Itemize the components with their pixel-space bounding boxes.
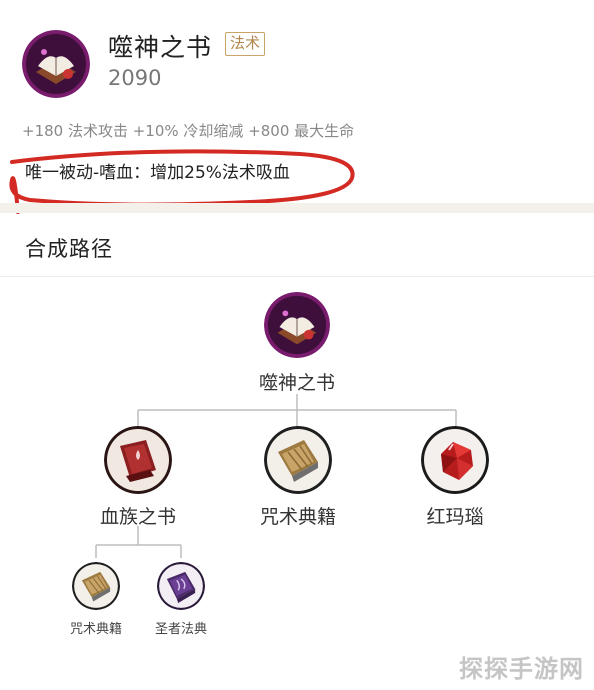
item-price: 2090 [108, 66, 162, 90]
section-separator [0, 203, 594, 213]
spell-tome-icon [264, 426, 332, 494]
recipe-component-label: 红玛瑙 [426, 506, 484, 528]
recipe-component-node[interactable]: 咒术典籍 [248, 426, 348, 529]
recipe-subcomponent-node[interactable]: 圣者法典 [141, 562, 221, 637]
blood-book-icon [104, 426, 172, 494]
recipe-component-node[interactable]: 血族之书 [88, 426, 188, 529]
book-of-devouring-icon[interactable] [22, 30, 90, 98]
book-of-devouring-icon [264, 292, 330, 358]
watermark: 探探手游网 [459, 655, 584, 683]
recipe-section-title: 合成路径 [25, 237, 113, 261]
recipe-subcomponent-label: 圣者法典 [154, 622, 207, 637]
recipe-root-node[interactable]: 噬神之书 [247, 292, 347, 395]
recipe-component-node[interactable]: 红玛瑙 [405, 426, 505, 529]
item-name: 噬神之书 [108, 33, 213, 62]
recipe-root-label: 噬神之书 [258, 372, 335, 394]
item-type-badge: 法术 [225, 32, 266, 56]
saint-codex-icon [157, 562, 205, 610]
divider [0, 276, 594, 277]
recipe-component-label: 血族之书 [99, 506, 176, 528]
red-agate-icon [421, 426, 489, 494]
item-stats: +180 法术攻击 +10% 冷却缩减 +800 最大生命 [22, 122, 355, 140]
spell-tome-icon [72, 562, 120, 610]
item-passive: 唯一被动-嗜血：增加25%法术吸血 [25, 163, 290, 183]
recipe-component-label: 咒术典籍 [259, 506, 336, 528]
recipe-subcomponent-label: 咒术典籍 [69, 622, 122, 637]
recipe-subcomponent-node[interactable]: 咒术典籍 [56, 562, 136, 637]
item-header: 噬神之书 法术 2090 +180 法术攻击 +10% 冷却缩减 +800 最大… [0, 0, 594, 214]
